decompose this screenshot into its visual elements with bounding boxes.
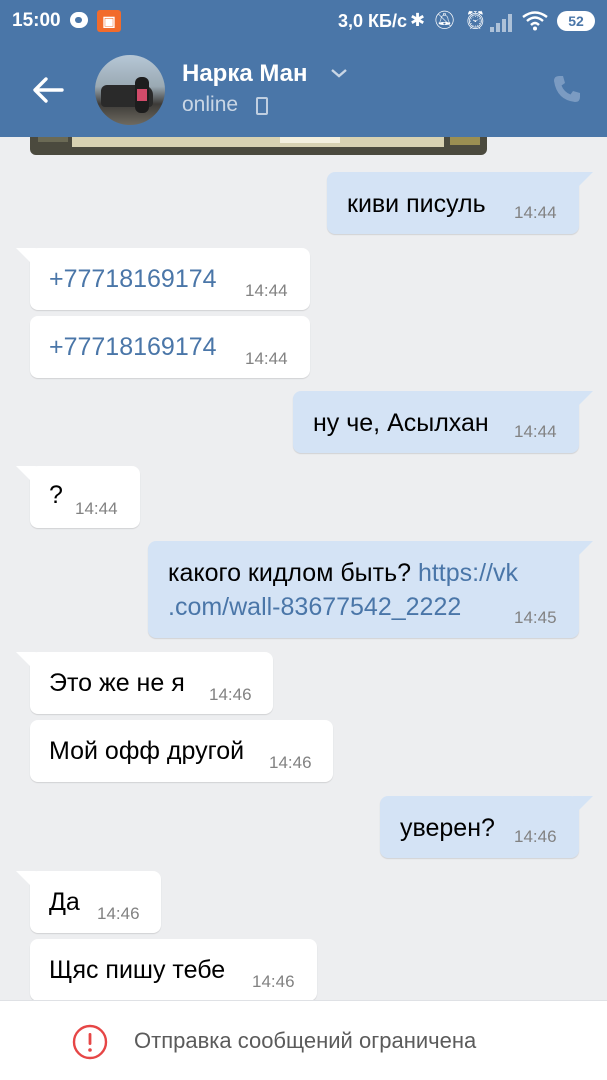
app-notification-icon: ▣: [97, 10, 121, 32]
wall-post-link-continued[interactable]: .com/wall-83677542_2222: [168, 593, 461, 622]
chevron-down-icon[interactable]: [330, 66, 348, 80]
message-time: 14:44: [245, 349, 288, 368]
contact-status: online: [182, 93, 239, 116]
message-text: ?: [49, 481, 63, 509]
message-incoming[interactable]: Это же не я 14:46: [16, 652, 273, 714]
status-bar: 15:00 ▣ 3,0 КБ/с ✱🔕︎⏰︎ 52: [0, 0, 607, 44]
wall-post-link[interactable]: https://vk: [418, 559, 518, 587]
chat-notification-icon: [70, 12, 88, 28]
phone-number-link[interactable]: +77718169174: [49, 265, 217, 294]
phone-number-link[interactable]: +77718169174: [49, 333, 217, 362]
contact-name[interactable]: Нарка Ман: [182, 60, 308, 88]
mute-icon: 🔕︎: [433, 10, 464, 30]
back-arrow-icon[interactable]: [30, 72, 66, 108]
message-text: Мой офф другой: [49, 737, 245, 765]
chat-header: 15:00 ▣ 3,0 КБ/с ✱🔕︎⏰︎ 52 Нарка Ман onli…: [0, 0, 607, 137]
exclamation-circle-icon: [72, 1024, 108, 1060]
message-time: 14:45: [514, 608, 557, 627]
message-time: 14:46: [252, 972, 295, 991]
message-incoming[interactable]: +77718169174 14:44: [16, 248, 310, 310]
message-text: уверен?: [400, 814, 495, 842]
message-time: 14:44: [245, 281, 288, 300]
message-time: 14:46: [514, 827, 557, 846]
messaging-restricted-notice: Отправка сообщений ограничена: [134, 1028, 477, 1053]
message-text: ну че, Асылхан: [313, 409, 489, 437]
message-incoming[interactable]: +77718169174 14:44: [30, 316, 310, 378]
message-time: 14:46: [269, 753, 312, 772]
message-text: Щяс пишу тебе: [49, 956, 226, 984]
message-incoming[interactable]: Да 14:46: [16, 871, 161, 933]
compose-restricted-bar: Отправка сообщений ограничена: [0, 1000, 607, 1080]
message-outgoing[interactable]: какого кидлом быть? https://vk .com/wall…: [148, 541, 593, 638]
status-icons: ✱🔕︎⏰︎: [410, 10, 495, 31]
message-time: 14:44: [75, 499, 118, 518]
signal-icon: [490, 12, 514, 32]
message-outgoing[interactable]: ну че, Асылхан 14:44: [293, 391, 593, 453]
message-text-line: какого кидлом быть? https://vk: [168, 559, 518, 588]
status-time: 15:00: [12, 10, 61, 31]
message-time: 14:44: [514, 422, 557, 441]
bluetooth-icon: ✱: [410, 10, 434, 30]
message-outgoing[interactable]: киви писуль 14:44: [327, 172, 593, 234]
mobile-device-icon: [256, 97, 268, 115]
message-text: Это же не я: [49, 669, 185, 697]
message-list[interactable]: киви писуль 14:44 +77718169174 14:44 +77…: [0, 137, 607, 1000]
message-text: какого кидлом быть?: [168, 559, 411, 587]
message-incoming[interactable]: Щяс пишу тебе 14:46: [30, 939, 317, 1000]
message-text: киви писуль: [347, 190, 486, 218]
wifi-icon: [522, 11, 548, 31]
network-speed: 3,0 КБ/с: [338, 11, 407, 31]
battery-indicator: 52: [557, 11, 595, 31]
message-incoming[interactable]: Мой офф другой 14:46: [30, 720, 333, 782]
message-time: 14:46: [209, 685, 252, 704]
message-text: Да: [49, 888, 80, 916]
message-time: 14:44: [514, 203, 557, 222]
message-incoming[interactable]: ? 14:44: [16, 466, 140, 528]
message-outgoing[interactable]: уверен? 14:46: [380, 796, 593, 858]
phone-call-icon[interactable]: [551, 73, 583, 105]
previous-image-attachment[interactable]: [30, 137, 487, 155]
avatar[interactable]: [95, 55, 165, 125]
message-time: 14:46: [97, 904, 140, 923]
